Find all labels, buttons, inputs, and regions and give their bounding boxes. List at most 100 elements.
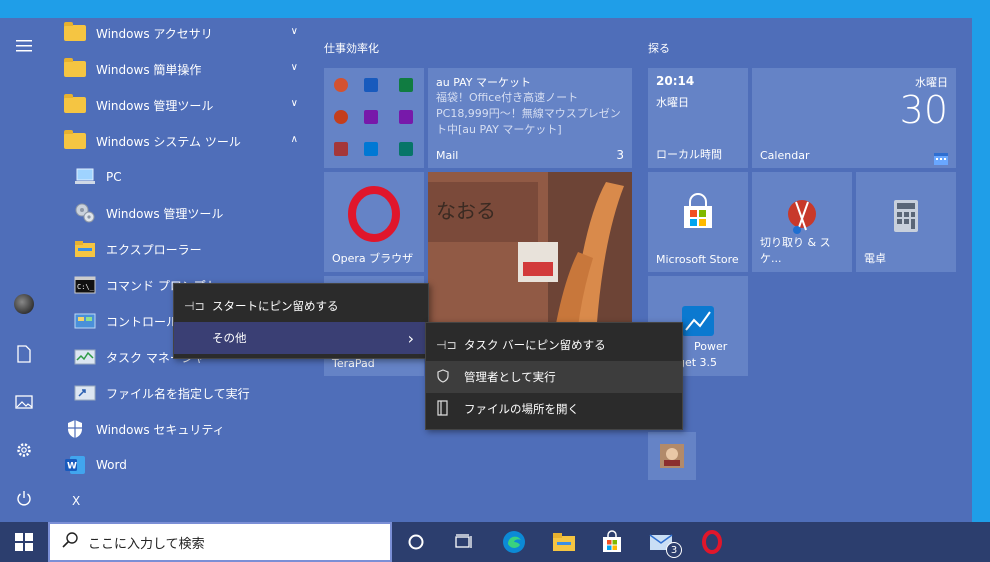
menu-item-pin-to-start[interactable]: ⊣⊐ スタートにピン留めする	[174, 290, 428, 322]
power-icon[interactable]	[12, 486, 36, 510]
shield-icon	[436, 368, 464, 386]
chevron-down-icon: ∨	[290, 26, 298, 37]
menu-item-run-as-admin[interactable]: 管理者として実行	[426, 361, 682, 393]
calculator-tile[interactable]: 電卓	[856, 172, 956, 272]
app-label: Windows システム ツール	[96, 134, 241, 149]
pictures-icon[interactable]	[12, 390, 36, 414]
svg-text:なおる: なおる	[436, 199, 496, 223]
app-list: Windows アクセサリ ∨ Windows 簡単操作 ∨ Windows 管…	[48, 18, 310, 522]
calendar-tile[interactable]: 水曜日 30 Calendar	[752, 68, 956, 168]
start-button[interactable]	[0, 526, 48, 558]
run-icon	[74, 382, 96, 404]
power-gadget-sublabel: get 3.5	[678, 356, 718, 369]
taskbar-store[interactable]	[588, 526, 636, 558]
app-label: PC	[106, 170, 122, 184]
opera-tile[interactable]: Opera ブラウザ	[324, 172, 424, 272]
folder-location-icon	[436, 399, 464, 419]
pin-icon: ⊣⊐	[436, 338, 457, 352]
app-windows-admin-tools-folder[interactable]: Windows 管理ツール ∨	[48, 87, 310, 123]
control-panel-icon	[74, 310, 96, 332]
clock-weekday: 水曜日	[656, 96, 689, 109]
menu-item-label: 管理者として実行	[464, 370, 556, 384]
taskbar-mail[interactable]: 3	[638, 526, 686, 558]
aupay-body: 福袋！Office付き高速ノートPC18,999円〜！無線マウスプレゼント中[a…	[436, 91, 621, 136]
microsoft-store-tile[interactable]: Microsoft Store	[648, 172, 748, 272]
edge-icon	[503, 531, 525, 553]
folder-icon	[64, 22, 86, 44]
app-label: Windows セキュリティ	[96, 422, 225, 437]
cortana-icon	[408, 534, 424, 550]
taskbar-edge[interactable]	[490, 526, 538, 558]
opera-icon	[348, 186, 400, 242]
opera-icon	[702, 530, 722, 554]
command-prompt-icon: C:\_	[74, 274, 96, 296]
chevron-down-icon: ∨	[290, 98, 298, 109]
menu-item-pin-to-taskbar[interactable]: ⊣⊐ タスク バーにピン留めする	[426, 329, 682, 361]
store-label: Microsoft Store	[656, 253, 739, 266]
task-manager-icon	[74, 346, 96, 368]
app-pc[interactable]: PC	[48, 159, 310, 195]
snip-sketch-tile[interactable]: 切り取り & スケ...	[752, 172, 852, 272]
calendar-day: 30	[899, 88, 948, 132]
app-label: Windows アクセサリ	[96, 26, 213, 41]
word-icon: W	[64, 454, 86, 476]
menu-item-label: タスク バーにピン留めする	[464, 338, 606, 352]
folder-icon	[64, 58, 86, 80]
app-run[interactable]: ファイル名を指定して実行	[48, 375, 310, 411]
taskbar-file-explorer[interactable]	[540, 526, 588, 558]
mail-tile[interactable]: au PAY マーケット 福袋！Office付き高速ノートPC18,999円〜！…	[428, 68, 632, 168]
taskbar-search-box[interactable]: ここに入力して検索	[48, 522, 392, 562]
calendar-icon	[934, 150, 948, 165]
office-apps-tile[interactable]	[324, 68, 424, 168]
pin-icon: ⊣⊐	[184, 299, 205, 313]
pc-icon	[74, 166, 96, 188]
store-icon	[603, 530, 621, 552]
calculator-icon	[894, 200, 918, 232]
small-app-tile[interactable]	[648, 432, 696, 480]
app-label: Windows 簡単操作	[96, 62, 202, 77]
app-windows-admin-tools[interactable]: Windows 管理ツール	[48, 195, 310, 231]
menu-item-open-file-location[interactable]: ファイルの場所を開く	[426, 393, 682, 425]
menu-item-label: その他	[212, 331, 247, 345]
group-title-explore: 探る	[648, 42, 670, 55]
task-view-icon	[455, 534, 472, 548]
taskbar-opera[interactable]	[688, 526, 736, 558]
search-icon	[62, 532, 78, 552]
app-label: Windows 管理ツール	[106, 206, 224, 221]
app-windows-system-tools[interactable]: Windows システム ツール ∧	[48, 123, 310, 159]
shield-icon	[64, 418, 86, 440]
letter-label: X	[72, 494, 81, 508]
snip-sketch-label: 切り取り & スケ...	[760, 236, 831, 265]
store-icon	[684, 193, 712, 228]
app-windows-accessories[interactable]: Windows アクセサリ ∨	[48, 15, 310, 51]
group-title-productivity: 仕事効率化	[324, 42, 379, 55]
menu-item-label: ファイルの場所を開く	[464, 402, 579, 416]
start-rail	[0, 18, 48, 522]
opera-label: Opera ブラウザ	[332, 252, 414, 265]
app-word[interactable]: W Word	[48, 447, 310, 483]
hamburger-icon[interactable]	[12, 34, 36, 58]
local-time-tile[interactable]: 20:14 水曜日 ローカル時間	[648, 68, 748, 168]
cortana-button[interactable]	[392, 526, 440, 558]
context-menu: ⊣⊐ スタートにピン留めする その他 ›	[173, 283, 429, 359]
task-view-button[interactable]	[440, 526, 488, 558]
mail-count: 3	[616, 148, 624, 162]
user-avatar[interactable]	[12, 292, 36, 316]
clock-time: 20:14	[656, 74, 695, 88]
menu-item-more[interactable]: その他 ›	[174, 322, 428, 354]
letter-header-x[interactable]: X	[48, 483, 310, 519]
app-label: ファイル名を指定して実行	[106, 386, 250, 401]
folder-icon	[64, 94, 86, 116]
mail-label: Mail	[436, 149, 459, 162]
taskbar: ここに入力して検索 3	[0, 522, 990, 562]
app-windows-ease-of-access[interactable]: Windows 簡単操作 ∨	[48, 51, 310, 87]
app-label: エクスプローラー	[106, 242, 202, 257]
power-gadget-label: Power	[694, 340, 728, 353]
document-icon[interactable]	[12, 342, 36, 366]
settings-gear-icon[interactable]	[12, 438, 36, 462]
app-file-explorer[interactable]: エクスプローラー	[48, 231, 310, 267]
windows-logo-icon	[15, 533, 33, 551]
app-windows-security[interactable]: Windows セキュリティ	[48, 411, 310, 447]
admin-tools-icon	[74, 202, 96, 224]
menu-item-label: スタートにピン留めする	[212, 299, 339, 313]
